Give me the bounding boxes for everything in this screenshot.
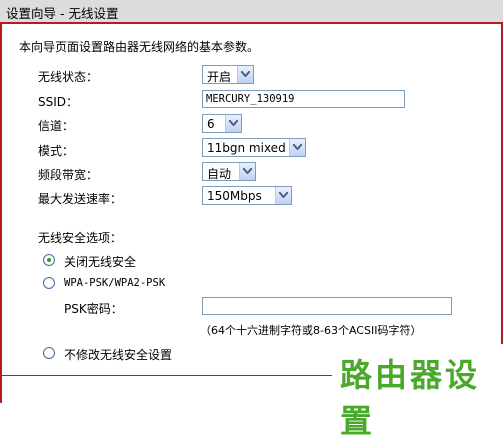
ssid-label: SSID： <box>38 95 79 109</box>
channel-select[interactable]: 6 <box>202 114 242 133</box>
chevron-down-icon[interactable] <box>237 66 253 83</box>
psk-hint: （64个十六进制字符或8-63个ACSII码字符） <box>200 324 422 337</box>
radio-disable-security[interactable] <box>43 254 55 266</box>
ssid-input[interactable]: MERCURY_130919 <box>202 90 405 108</box>
chevron-down-icon[interactable] <box>225 115 241 132</box>
bandwidth-select[interactable]: 自动 <box>202 162 256 181</box>
psk-password-input[interactable] <box>202 297 452 315</box>
mode-select[interactable]: 11bgn mixed <box>202 138 306 157</box>
watermark-text: 路由器设置 <box>340 356 481 440</box>
channel-value: 6 <box>207 117 215 131</box>
bandwidth-label: 频段带宽： <box>38 168 99 182</box>
wireless-status-value: 开启 <box>207 70 232 84</box>
radio-keep-security[interactable] <box>43 347 55 359</box>
title-bar: 设置向导 - 无线设置 <box>0 0 503 22</box>
max-rate-select[interactable]: 150Mbps <box>202 186 292 205</box>
mode-label: 模式： <box>38 144 75 158</box>
chevron-down-icon[interactable] <box>289 139 305 156</box>
option-keep-security-label: 不修改无线安全设置 <box>64 348 173 362</box>
option-disable-security-label: 关闭无线安全 <box>64 255 137 269</box>
top-divider <box>0 22 503 24</box>
wireless-status-label: 无线状态： <box>38 70 99 84</box>
watermark: 路由器设置 <box>332 344 503 440</box>
max-rate-value: 150Mbps <box>207 189 262 203</box>
wireless-status-select[interactable]: 开启 <box>202 65 254 84</box>
left-border <box>0 22 2 403</box>
window-title: 设置向导 - 无线设置 <box>6 6 119 21</box>
bottom-divider <box>0 375 332 376</box>
max-rate-label: 最大发送速率： <box>38 192 123 206</box>
channel-label: 信道： <box>38 119 75 133</box>
bandwidth-value: 自动 <box>207 167 232 181</box>
ssid-value: MERCURY_130919 <box>206 93 295 105</box>
chevron-down-icon[interactable] <box>239 163 255 180</box>
intro-text: 本向导页面设置路由器无线网络的基本参数。 <box>19 40 260 54</box>
security-section-label: 无线安全选项： <box>38 231 123 245</box>
psk-password-label: PSK密码： <box>64 302 123 316</box>
mode-value: 11bgn mixed <box>207 141 286 155</box>
option-wpa-psk-label: WPA-PSK/WPA2-PSK <box>64 277 166 289</box>
radio-wpa-psk[interactable] <box>43 277 55 289</box>
chevron-down-icon[interactable] <box>275 187 291 204</box>
